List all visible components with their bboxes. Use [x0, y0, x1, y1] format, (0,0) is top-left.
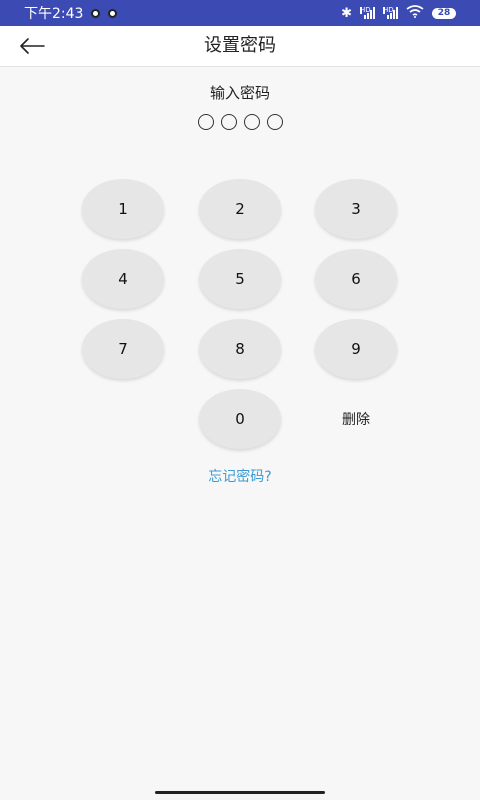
- pin-dot: [220, 114, 237, 130]
- key-2[interactable]: 2: [199, 179, 281, 239]
- hd-badge: HD: [383, 6, 394, 14]
- signal-icon: HD: [360, 7, 375, 19]
- status-time: 下午2:43: [24, 6, 84, 22]
- status-bar: 下午2:43 ✱ HD HD 28: [0, 0, 480, 26]
- key-3[interactable]: 3: [315, 179, 397, 239]
- key-9[interactable]: 9: [315, 319, 397, 379]
- pin-dot: [197, 114, 214, 130]
- signal-icon: HD: [383, 7, 398, 19]
- key-1[interactable]: 1: [82, 179, 164, 239]
- notification-icon: [108, 8, 118, 18]
- forgot-password-link[interactable]: 忘记密码?: [0, 466, 480, 486]
- pin-prompt: 输入密码: [209, 84, 270, 102]
- key-4[interactable]: 4: [82, 249, 164, 309]
- key-7[interactable]: 7: [82, 319, 164, 379]
- top-app-bar: 设置密码: [0, 26, 480, 67]
- delete-button[interactable]: 删除: [315, 389, 397, 449]
- key-0[interactable]: 0: [199, 389, 281, 449]
- back-arrow-icon[interactable]: [14, 32, 50, 60]
- wifi-icon: [406, 4, 424, 22]
- page-title: 设置密码: [204, 35, 276, 56]
- hd-badge: HD: [360, 6, 371, 14]
- battery-icon: 28: [432, 7, 456, 19]
- pin-indicator: [0, 114, 480, 130]
- key-8[interactable]: 8: [199, 319, 281, 379]
- key-6[interactable]: 6: [315, 249, 397, 309]
- home-indicator[interactable]: [155, 791, 325, 794]
- key-5[interactable]: 5: [199, 249, 281, 309]
- status-left: 下午2:43: [24, 3, 118, 23]
- pin-dot: [266, 114, 283, 130]
- notification-icon: [91, 8, 101, 18]
- status-right: ✱ HD HD 28: [341, 4, 456, 22]
- bluetooth-icon: ✱: [341, 5, 352, 21]
- pin-dot: [243, 114, 260, 130]
